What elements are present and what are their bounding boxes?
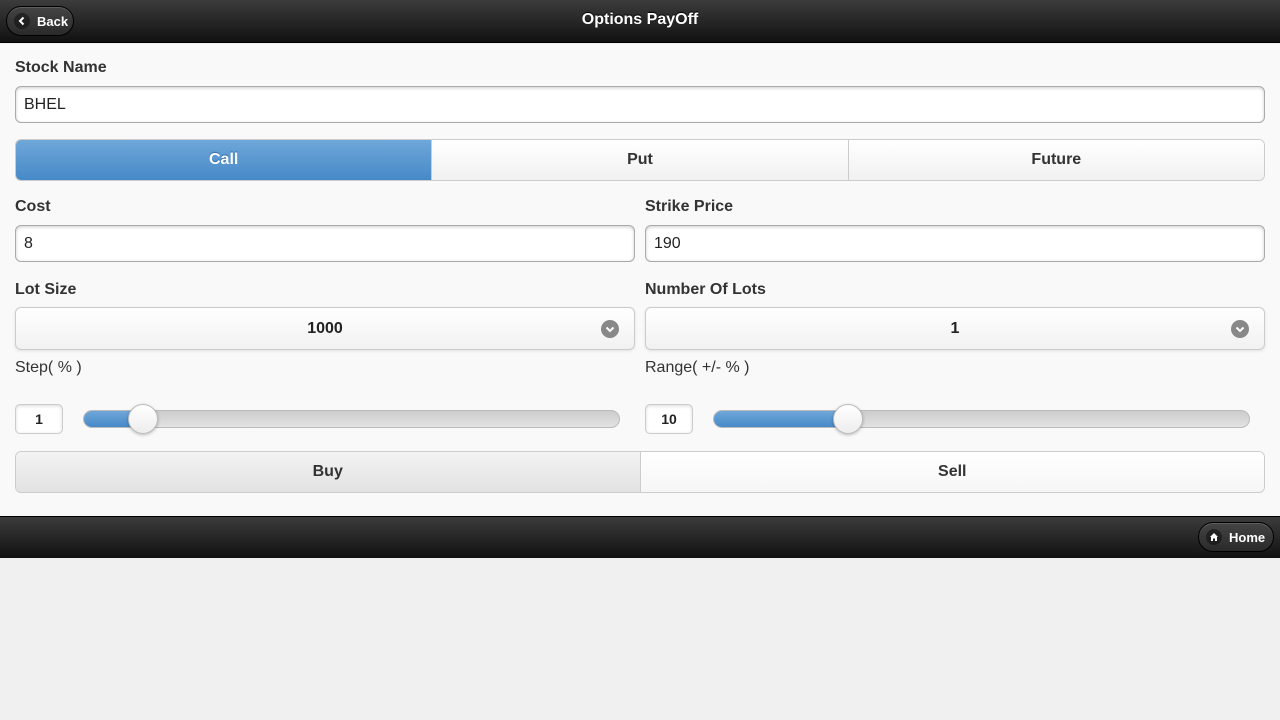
strike-price-label: Strike Price bbox=[645, 198, 734, 215]
header-bar: Back Options PayOff bbox=[0, 0, 1280, 43]
step-label: Step( % ) bbox=[15, 359, 82, 376]
stock-name-label: Stock Name bbox=[15, 59, 107, 76]
home-button-label: Home bbox=[1229, 529, 1266, 545]
range-value-input[interactable]: 10 bbox=[645, 404, 693, 434]
buy-button[interactable]: Buy bbox=[16, 452, 641, 492]
range-slider-fill bbox=[714, 411, 848, 427]
range-label: Range( +/- % ) bbox=[645, 359, 750, 376]
range-slider-handle[interactable] bbox=[832, 404, 863, 434]
lot-size-label: Lot Size bbox=[15, 281, 77, 298]
footer-bar: Home bbox=[0, 516, 1280, 558]
lot-size-value: 1000 bbox=[307, 319, 343, 337]
lot-size-select[interactable]: 1000 bbox=[15, 307, 635, 350]
page-title: Options PayOff bbox=[581, 11, 699, 28]
chevron-down-icon bbox=[601, 320, 619, 338]
number-of-lots-value: 1 bbox=[950, 319, 960, 337]
step-value-input[interactable]: 1 bbox=[15, 404, 63, 434]
cost-input[interactable]: 8 bbox=[15, 225, 635, 262]
strike-price-input[interactable]: 190 bbox=[645, 225, 1265, 262]
buy-sell-selector: Buy Sell bbox=[15, 451, 1265, 493]
tab-call[interactable]: Call bbox=[16, 140, 432, 180]
main-content: Stock Name BHEL Call Put Future Cost 8 S… bbox=[0, 44, 1280, 516]
number-of-lots-select[interactable]: 1 bbox=[645, 307, 1265, 350]
step-slider[interactable] bbox=[83, 404, 620, 434]
step-slider-handle[interactable] bbox=[127, 404, 158, 434]
home-button[interactable]: Home bbox=[1198, 522, 1274, 552]
stock-name-input[interactable]: BHEL bbox=[15, 86, 1265, 123]
sell-button[interactable]: Sell bbox=[640, 452, 1264, 492]
cost-label: Cost bbox=[15, 198, 51, 215]
number-of-lots-label: Number Of Lots bbox=[645, 281, 766, 298]
range-slider[interactable] bbox=[713, 404, 1250, 434]
tab-put[interactable]: Put bbox=[431, 140, 848, 180]
chevron-down-icon bbox=[1231, 320, 1249, 338]
option-type-selector: Call Put Future bbox=[15, 139, 1265, 181]
tab-future[interactable]: Future bbox=[847, 140, 1264, 180]
home-icon bbox=[1206, 529, 1222, 545]
